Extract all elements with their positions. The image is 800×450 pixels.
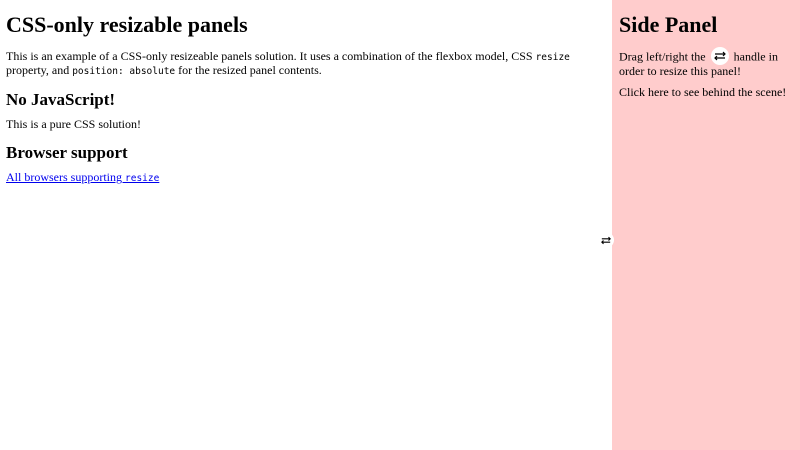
intro-text-1: This is an example of a CSS-only resizea… [6, 49, 536, 63]
browser-support-link-code: resize [125, 173, 160, 184]
side-drag-text-before: Drag left/right the [619, 49, 709, 64]
side-drag-instructions: Drag left/right the handle in order to r… [619, 47, 793, 78]
intro-paragraph: This is an example of a CSS-only resizea… [6, 50, 606, 78]
section-heading-browser-support: Browser support [6, 143, 128, 162]
swap-arrows-icon [710, 47, 729, 65]
browser-support-link-text: All browsers supporting [6, 170, 125, 184]
intro-text-2: property, and [6, 63, 73, 77]
behind-the-scene-link[interactable]: Click here to see behind the scene! [619, 86, 793, 99]
section-text-no-javascript: This is a pure CSS solution! [6, 117, 142, 131]
side-panel-title: Side Panel [619, 12, 718, 37]
intro-code-position: position: absolute [72, 66, 176, 77]
browser-support-link[interactable]: All browsers supporting resize [6, 170, 160, 185]
browser-support-paragraph: All browsers supporting resize [6, 171, 606, 185]
side-panel: Side Panel Drag left/right the handle in… [612, 0, 800, 450]
swap-arrows-icon [601, 236, 611, 245]
intro-text-3: for the resized panel contents. [175, 63, 322, 77]
resize-handle[interactable] [598, 232, 614, 248]
page-title: CSS-only resizable panels [6, 12, 248, 37]
intro-code-resize: resize [535, 52, 570, 63]
section-heading-no-javascript: No JavaScript! [6, 90, 116, 109]
main-panel: CSS-only resizable panels This is an exa… [0, 0, 612, 450]
